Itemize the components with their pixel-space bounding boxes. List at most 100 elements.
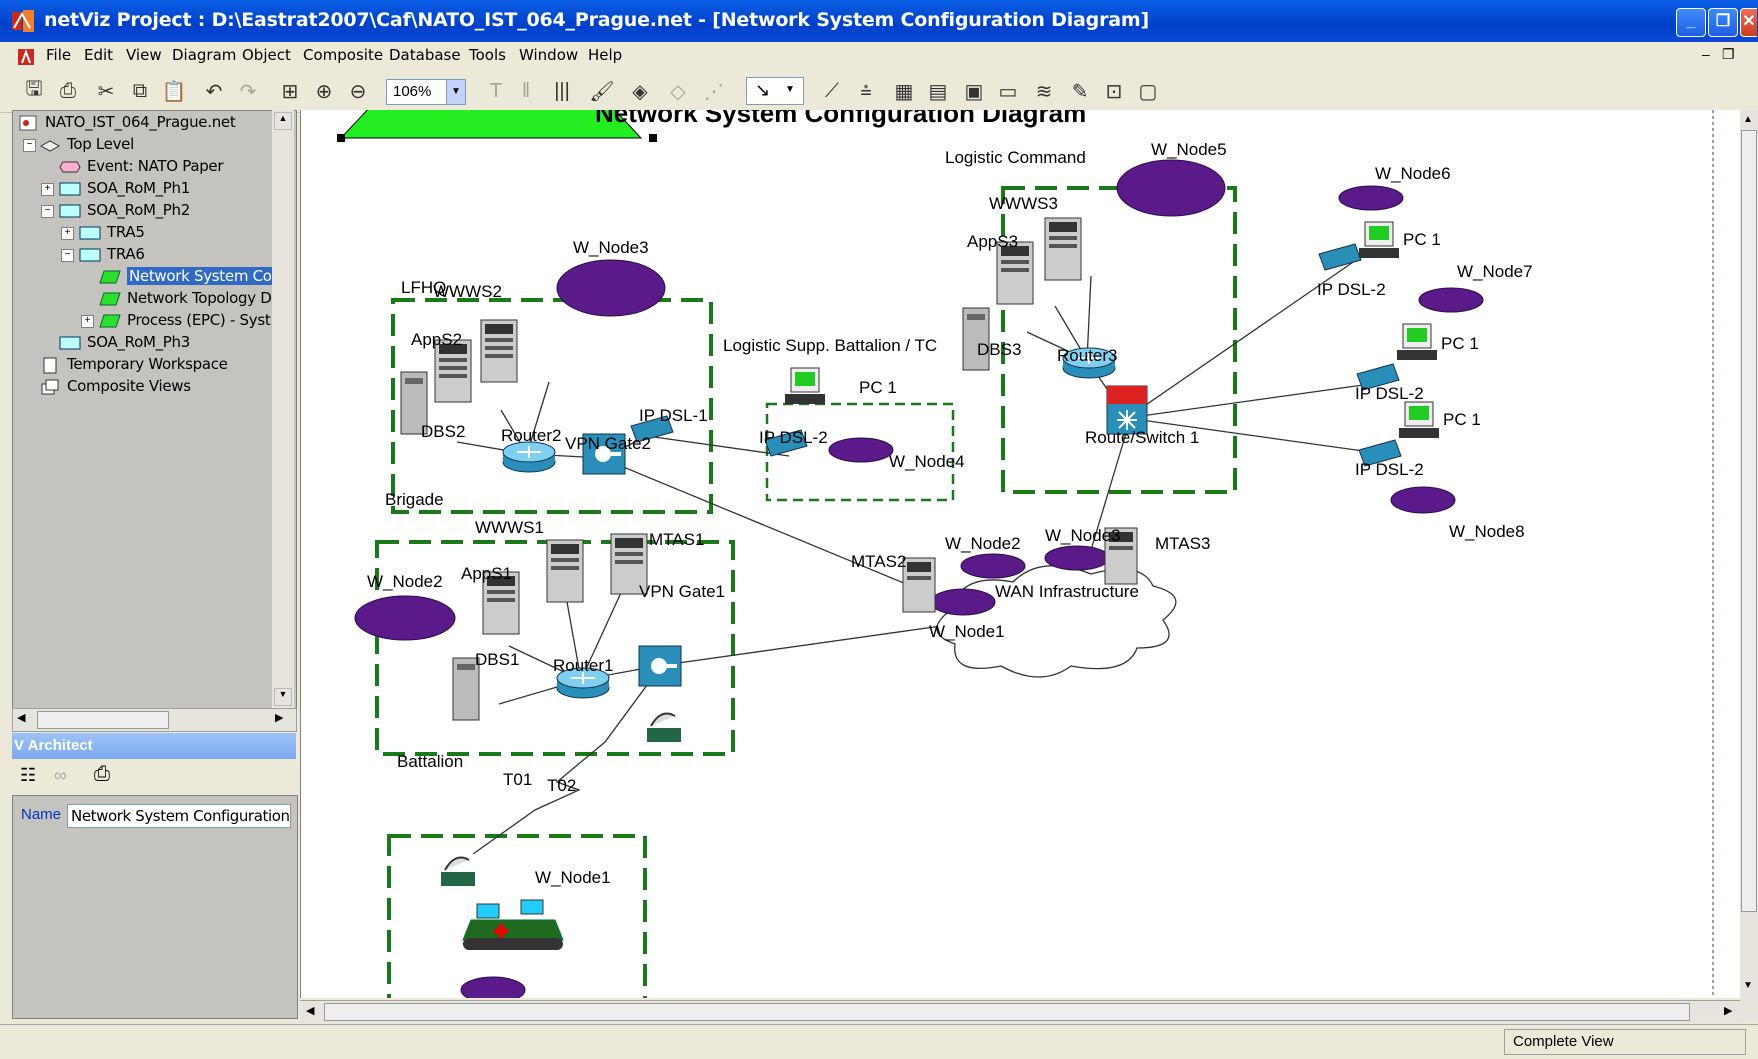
scroll-right-icon[interactable]: ▶ <box>275 711 283 724</box>
zoom-out-icon[interactable]: ⊖ <box>344 77 372 105</box>
scroll-down-icon[interactable]: ▼ <box>274 688 292 706</box>
list-icon[interactable]: ☷ <box>20 765 36 786</box>
route-switch-icon[interactable] <box>1106 385 1148 435</box>
tree-horizontal-scrollbar[interactable]: ◀ ▶ <box>12 708 297 732</box>
connect-icon[interactable]: ⋰ <box>700 77 728 105</box>
scroll-thumb[interactable] <box>1741 130 1757 912</box>
pattern-icon[interactable]: ≋ <box>1030 77 1058 105</box>
mdi-restore-icon[interactable]: ❐ <box>1722 46 1735 63</box>
scroll-up-icon[interactable]: ▲ <box>1743 114 1753 125</box>
tree-item-composite[interactable]: Composite Views <box>39 377 191 399</box>
canvas-vertical-scrollbar[interactable]: ▲ ▼ <box>1740 110 1758 1022</box>
zoom-in-icon[interactable]: ⊕ <box>310 77 338 105</box>
expand-toggle[interactable]: + <box>41 183 54 196</box>
menu-tools[interactable]: Tools <box>469 46 506 64</box>
menu-help[interactable]: Help <box>588 46 622 64</box>
redo-icon[interactable]: ↷ <box>234 77 262 105</box>
close-button[interactable]: ✕ <box>1740 8 1757 37</box>
tree-root[interactable]: NATO_IST_064_Prague.net <box>19 113 236 135</box>
undo-icon[interactable]: ↶ <box>200 77 228 105</box>
w-node2-wan-ellipse[interactable] <box>960 553 1026 579</box>
scroll-up-icon[interactable]: ▲ <box>274 112 292 130</box>
chevron-down-icon[interactable]: ▼ <box>446 80 465 104</box>
text-icon[interactable]: T <box>482 77 510 105</box>
tree-item-tra5[interactable]: TRA5 <box>79 223 145 245</box>
pc-icon[interactable] <box>1399 401 1439 438</box>
w-node4-ellipse[interactable] <box>828 437 894 463</box>
scroll-left-icon[interactable]: ◀ <box>17 711 25 724</box>
tree-item-event[interactable]: Event: NATO Paper <box>59 157 224 179</box>
scroll-thumb[interactable] <box>37 711 169 729</box>
w-node2-ellipse[interactable] <box>354 595 456 641</box>
vpn-gate1-icon[interactable] <box>638 645 682 687</box>
link-tool-icon[interactable]: ⟋ <box>818 77 846 105</box>
w-node8-ellipse[interactable] <box>1390 486 1456 514</box>
tree-item-tra6[interactable]: TRA6 <box>79 245 145 267</box>
properties-icon[interactable]: ▣ <box>960 77 988 105</box>
cut-icon[interactable]: ✂ <box>92 77 120 105</box>
collapse-toggle[interactable]: − <box>23 139 36 152</box>
router-icon[interactable] <box>502 441 556 473</box>
tree-item-temporary[interactable]: Temporary Workspace <box>39 355 228 377</box>
print-icon[interactable]: ⎙ <box>54 77 82 105</box>
w-node3-ellipse[interactable] <box>556 259 666 317</box>
menu-object[interactable]: Object <box>242 46 291 64</box>
shape-icon[interactable]: ◇ <box>664 77 692 105</box>
menu-file[interactable]: File <box>46 46 71 64</box>
layout-icon[interactable]: ▦ <box>890 77 918 105</box>
pc-icon[interactable] <box>1359 221 1399 258</box>
menu-diagram[interactable]: Diagram <box>172 46 236 64</box>
mdi-minimize-icon[interactable]: – <box>1702 46 1710 62</box>
menu-edit[interactable]: Edit <box>84 46 113 64</box>
selection-handle[interactable] <box>649 134 657 142</box>
printer-icon[interactable]: ⎙ <box>94 763 110 786</box>
tree-item-soa-ph2[interactable]: SOA_RoM_Ph2 <box>59 201 190 223</box>
expand-toggle[interactable]: + <box>61 227 74 240</box>
minimize-button[interactable]: _ <box>1676 8 1706 37</box>
selection-handle[interactable] <box>337 134 345 142</box>
w-node3-wan-ellipse[interactable] <box>1044 545 1110 571</box>
save-icon[interactable]: 🖫 <box>20 77 48 105</box>
hierarchy-icon[interactable]: ⩮ <box>852 77 880 105</box>
w-node5-ellipse[interactable] <box>1116 159 1226 217</box>
satellite-antenna-icon[interactable] <box>441 856 475 886</box>
menu-window[interactable]: Window <box>519 46 578 64</box>
tree-item-process[interactable]: Process (EPC) - Syst <box>99 311 271 333</box>
paste-icon[interactable]: 📋 <box>160 77 188 105</box>
tree-item-soa-ph3[interactable]: SOA_RoM_Ph3 <box>59 333 190 355</box>
menu-composite[interactable]: Composite <box>303 46 383 64</box>
fill-color-icon[interactable]: ◈ <box>626 77 654 105</box>
tree-item-soa-ph1[interactable]: SOA_RoM_Ph1 <box>59 179 190 201</box>
grid-icon[interactable]: ▤ <box>924 77 952 105</box>
w-node1-ellipse[interactable] <box>460 976 526 998</box>
align-icon[interactable]: ‖ <box>512 77 540 105</box>
ip-dsl2-a-icon[interactable] <box>1318 243 1362 271</box>
scroll-down-icon[interactable]: ▼ <box>1743 980 1753 991</box>
pc-icon[interactable] <box>785 367 825 404</box>
zoom-select[interactable]: 106% ▼ <box>386 79 466 105</box>
scroll-thumb[interactable] <box>324 1003 1690 1021</box>
chart-icon[interactable]: ▭ <box>994 77 1022 105</box>
collapse-toggle[interactable]: − <box>61 249 74 262</box>
pointer-select[interactable]: ↘ ▼ <box>746 77 804 105</box>
name-field[interactable]: Network System Configuration D <box>67 804 291 828</box>
diagram-canvas[interactable]: Network System Configuration Diagram LFH… <box>300 110 1753 998</box>
scroll-right-icon[interactable]: ▶ <box>1724 1004 1732 1017</box>
restore-button[interactable]: ❐ <box>1708 8 1738 37</box>
server-icon[interactable] <box>480 319 518 383</box>
satellite-antenna-icon[interactable] <box>647 712 681 742</box>
network-icon[interactable]: ⊡ <box>1100 77 1128 105</box>
tree-item-network-topology[interactable]: Network Topology D <box>99 289 272 311</box>
server-icon[interactable] <box>1044 217 1082 281</box>
edit-icon[interactable]: ✎ <box>1066 77 1094 105</box>
copy-icon[interactable]: ⧉ <box>126 77 154 105</box>
server-icon[interactable] <box>546 539 584 603</box>
canvas-horizontal-scrollbar[interactable]: ◀ ▶ <box>300 1000 1740 1023</box>
menu-view[interactable]: View <box>126 46 162 64</box>
tree-item-network-system[interactable]: Network System Co <box>99 267 274 289</box>
monitor-icon[interactable]: ▢ <box>1134 77 1162 105</box>
w-node6-ellipse[interactable] <box>1338 185 1404 211</box>
menu-database[interactable]: Database <box>389 46 461 64</box>
pc-icon[interactable] <box>1397 323 1437 360</box>
line-color-icon[interactable]: 🖌 <box>588 77 616 105</box>
